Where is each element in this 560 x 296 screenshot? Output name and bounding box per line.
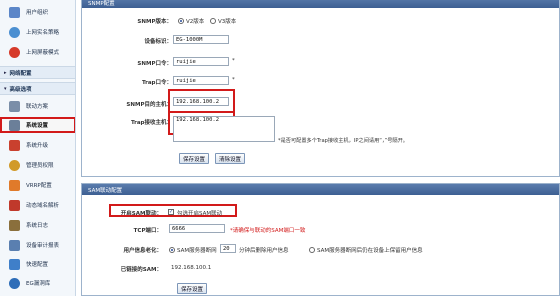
admin-icon [9,159,20,171]
snmp-save-button[interactable]: 保存设置 [179,153,209,164]
users-icon [9,6,20,18]
trap-host-textarea[interactable]: 192.168.100.2 [173,116,275,142]
sidebar-item-label: 系统升级 [26,143,49,149]
aging-minutes-input[interactable] [220,244,236,253]
sidebar-item-vrrp[interactable]: VRRP配置 [0,177,75,193]
log-icon [9,219,20,231]
sidebar: 用户组织 上网实名策略 上网屏蔽模式 ▸ 网络配置 ▾ 高级选项 联动方案 系统… [0,0,76,296]
sidebar-item-label: 系统设置 [26,123,49,129]
aging-delete-text: SAM服务器断网 [177,248,217,254]
block-icon [9,46,20,58]
snmp-clear-button[interactable]: 清除设置 [215,153,245,164]
snmp-panel-header: SNMP配置 [82,0,559,8]
sidebar-item-ddns[interactable]: 动态域名解析 [0,197,75,213]
sidebar-item-label: EG漏洞库 [26,281,51,287]
trap-community-input[interactable] [173,76,229,85]
snmp-community-input[interactable] [173,57,229,66]
sidebar-item-upgrade[interactable]: 系统升级 [0,137,75,153]
snmp-panel: SNMP配置 SNMP版本： V2版本 V3版本 设备标识： SNMP口令： *… [81,0,560,177]
sidebar-item-vuln-db[interactable]: EG漏洞库 [0,275,75,291]
device-id-label: 设备标识： [144,39,172,45]
sam-panel: SAM联动配置 开启SAM联动： ✓ 勾选开启SAM联动 TCP端口： *请确保… [81,183,560,296]
sidebar-item-quick-config[interactable]: 快速配置 [0,256,75,272]
connected-sam-value: 192.168.100.1 [171,265,212,271]
trap-community-label: Trap口令： [141,80,172,86]
sidebar-item-syslog[interactable]: 系统日志 [0,217,75,233]
snmp-v2-text: V2版本 [186,19,205,25]
tcp-port-hint: *请确保与联动的SAM端口一致 [230,228,306,234]
device-id-input[interactable] [173,35,229,44]
settings-icon [9,119,20,131]
sidebar-item-block-mode[interactable]: 上网屏蔽模式 [0,44,75,60]
section-label: 网络配置 [9,70,32,77]
main-content: SNMP配置 SNMP版本： V2版本 V3版本 设备标识： SNMP口令： *… [79,0,560,296]
snmp-dest-host-input[interactable] [173,97,229,106]
vrrp-icon [9,179,20,191]
sidebar-item-label: 系统日志 [26,223,49,229]
sidebar-item-user-org[interactable]: 用户组织 [0,4,75,20]
sam-panel-header: SAM联动配置 [82,184,559,195]
tcp-port-label: TCP端口： [133,228,162,234]
sam-enable-checkbox[interactable]: ✓ [168,209,174,215]
sidebar-item-label: 快速配置 [26,262,49,268]
sidebar-item-linkage[interactable]: 联动方案 [0,98,75,114]
tcp-port-input[interactable] [169,224,225,233]
sidebar-item-audit-report[interactable]: 设备审计报表 [0,237,75,253]
wrench-icon [9,100,20,112]
snmp-community-label: SNMP口令： [137,61,172,67]
snmp-version-label: SNMP版本： [137,19,172,25]
sam-save-button[interactable]: 保存设置 [177,283,207,294]
snmp-v3-radio[interactable] [210,18,216,24]
sidebar-section-network[interactable]: ▸ 网络配置 [0,66,75,79]
trap-host-label: Trap接收主机： [130,120,172,126]
sidebar-item-label: 动态域名解析 [26,203,60,209]
snmp-dest-host-label: SNMP目的主机： [126,102,172,108]
ddns-icon [9,199,20,211]
required-mark: * [232,58,235,64]
snmp-v3-text: V3版本 [218,19,237,25]
chevron-down-icon: ▾ [4,85,7,92]
chevron-right-icon: ▸ [4,69,7,76]
user-aging-label: 用户信息老化： [123,248,162,254]
aging-delete-radio[interactable] [169,247,175,253]
quick-config-icon [9,258,20,270]
sidebar-item-label: VRRP配置 [26,183,52,189]
upgrade-icon [9,139,20,151]
sidebar-item-label: 上网屏蔽模式 [26,50,60,56]
sidebar-item-admin[interactable]: 管理员权限 [0,157,75,173]
connected-sam-label: 已链接的SAM： [120,267,162,273]
aging-delete-suffix: 分钟后删除用户信息 [239,248,289,254]
trap-host-hint: *是否可配置多个Trap接收主机，IP之间请用“，”号隔开。 [278,138,408,144]
vuln-db-icon [9,277,20,289]
sidebar-section-advanced[interactable]: ▾ 高级选项 [0,82,75,95]
sidebar-item-label: 联动方案 [26,104,49,110]
snmp-v2-radio[interactable] [178,18,184,24]
section-label: 高级选项 [9,86,32,93]
aging-keep-text: SAM服务器断网后仍在设备上保留用户信息 [317,248,423,254]
aging-keep-radio[interactable] [309,247,315,253]
sidebar-item-label: 上网实名策略 [26,30,60,36]
globe-icon [9,26,20,38]
required-mark: * [232,77,235,83]
sidebar-item-realname[interactable]: 上网实名策略 [0,24,75,40]
sidebar-item-label: 管理员权限 [26,163,54,169]
sidebar-item-label: 用户组织 [26,10,49,16]
sidebar-item-system-settings[interactable]: 系统设置 [0,117,75,133]
report-icon [9,239,20,251]
sam-enable-text: 勾选开启SAM联动 [177,211,223,217]
sidebar-item-label: 设备审计报表 [26,243,60,249]
